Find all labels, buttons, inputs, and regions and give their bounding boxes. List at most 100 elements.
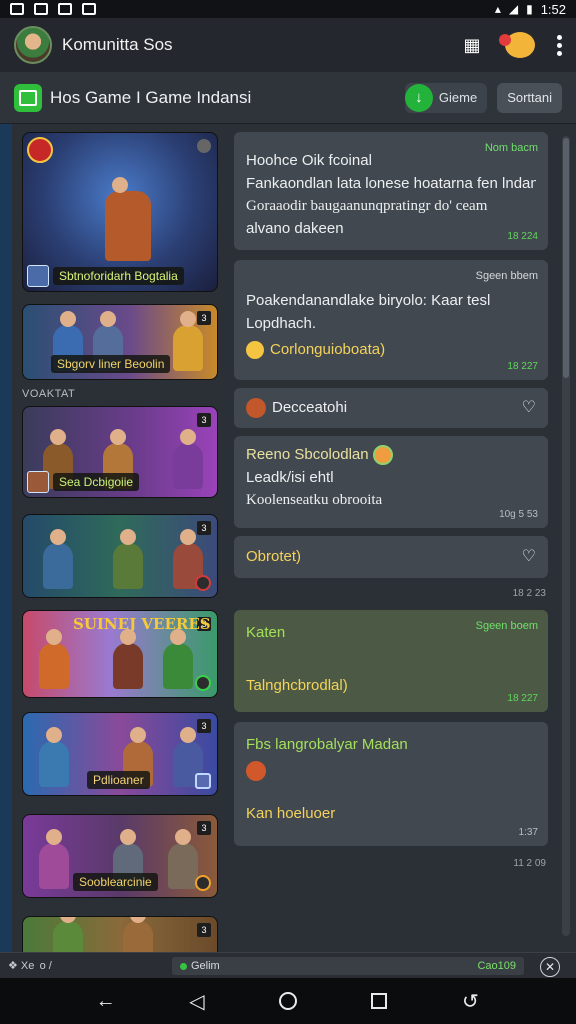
count-badge: 3 xyxy=(197,923,211,937)
badge-icon xyxy=(27,137,53,163)
post-timestamp: 18 2 23 xyxy=(512,588,546,599)
notification-icon xyxy=(10,3,24,15)
community-header: Hos Game I Game Indansi ↓ Gieme Sorttani xyxy=(0,72,576,124)
signal-icon: ◢ xyxy=(508,2,519,16)
post-author: Nom bacm xyxy=(484,142,538,154)
count-badge: 3 xyxy=(197,521,211,535)
post-title: Obrotet) xyxy=(246,548,302,565)
post-card[interactable]: Reeno Sbcolodlan Leadk/isi ehtl Koolense… xyxy=(234,436,548,528)
post-timestamp: 10g 5 53 xyxy=(499,509,538,520)
post-timestamp: 18 224 xyxy=(507,231,538,242)
weapon-icon xyxy=(27,471,49,493)
more-options-icon[interactable] xyxy=(557,34,562,56)
game-thumbnail[interactable]: 3 Sea Dcbigoiie xyxy=(22,406,218,498)
settings-icon[interactable] xyxy=(197,139,211,153)
count-badge: 3 xyxy=(197,719,211,733)
post-timestamp: 11 2 09 xyxy=(513,858,546,869)
game-thumbnail[interactable]: 3 xyxy=(22,916,218,952)
post-text: Corlonguioboata) xyxy=(270,341,386,358)
character-figure xyxy=(39,727,69,787)
post-title: Reeno Sbcolodlan xyxy=(246,446,369,463)
recents-icon[interactable] xyxy=(365,987,393,1015)
avatar[interactable] xyxy=(14,26,52,64)
game-thumbnail[interactable]: 3 SUINEJ VEERES xyxy=(22,610,218,698)
card-icon xyxy=(195,773,211,789)
post-text: Kan hoeluoer xyxy=(246,804,336,822)
post-text: Talnghcbrodlal) xyxy=(246,676,348,694)
post-title: Decceatohi xyxy=(272,399,348,416)
download-button-label: Gieme xyxy=(438,90,478,105)
character-figure xyxy=(39,629,69,689)
thumb-caption: Sea Dcbigoiie xyxy=(53,473,140,491)
battery-icon: ▮ xyxy=(526,2,533,16)
notification-icon xyxy=(82,3,96,15)
download-icon: ↓ xyxy=(404,83,433,112)
heart-icon[interactable]: ♡ xyxy=(522,545,536,569)
ball-icon xyxy=(372,445,393,466)
post-card[interactable]: Sgeen boem Katen Talnghcbrodlal) 18 227 xyxy=(234,610,548,712)
post-title: Fbs langrobalyar Madan xyxy=(246,736,408,753)
user-icon xyxy=(246,398,266,419)
post-timestamp: 18 227 xyxy=(507,361,538,372)
emoji-icon[interactable] xyxy=(499,32,535,58)
character-figure xyxy=(123,917,153,952)
action-icon[interactable] xyxy=(195,875,211,891)
post-card[interactable]: Obrotet) ♡ xyxy=(234,536,548,578)
post-card[interactable]: Nom bacm Hoohce Oik fcoinal Fankaondlan … xyxy=(234,132,548,250)
record-icon xyxy=(195,575,211,591)
image-icon xyxy=(14,83,42,112)
message-input[interactable]: Gelim Cao109 xyxy=(172,957,524,975)
character-figure xyxy=(113,529,143,589)
count-badge: 3 xyxy=(197,821,211,835)
character-figure xyxy=(43,529,73,589)
notification-icon xyxy=(34,3,48,15)
composer-bar: ❖ Xe o / Gelim Cao109 ✕ xyxy=(0,952,576,978)
game-thumbnail[interactable]: 3 xyxy=(22,514,218,598)
play-icon[interactable] xyxy=(195,675,211,691)
composer-left[interactable]: ❖ Xe o / xyxy=(8,959,52,972)
character-figure xyxy=(113,629,143,689)
heart-icon[interactable]: ♡ xyxy=(522,396,536,420)
download-button[interactable]: ↓ Gieme xyxy=(404,82,488,113)
triangle-back-icon[interactable]: ◁ xyxy=(183,987,211,1015)
post-text: Koolenseatku obrooita xyxy=(246,492,383,508)
status-time: 1:52 xyxy=(540,1,566,17)
count-badge: 3 xyxy=(197,413,211,427)
game-thumbnail[interactable]: 3 Sooblearcinie xyxy=(22,814,218,898)
system-nav-bar: ← ◁ ↺ xyxy=(0,978,576,1024)
feed[interactable]: Sbtnoforidarh Bogtalia 3 Sbgorv liner Be… xyxy=(0,124,576,952)
game-thumbnail[interactable]: Sbtnoforidarh Bogtalia xyxy=(22,132,218,292)
character-figure xyxy=(168,829,198,889)
game-thumbnail[interactable]: 3 Pdlioaner xyxy=(22,712,218,796)
section-label: VOAKTAT xyxy=(22,388,76,400)
post-text: Leadk/isi ehtl xyxy=(246,468,334,486)
wifi-icon: ▴ xyxy=(494,2,501,16)
sword-icon xyxy=(27,265,49,287)
post-card[interactable]: Decceatohi ♡ xyxy=(234,388,548,428)
scrollbar-thumb[interactable] xyxy=(563,138,569,378)
rotate-icon[interactable]: ↺ xyxy=(456,987,484,1015)
count-badge: 3 xyxy=(197,311,211,325)
home-icon[interactable] xyxy=(274,987,302,1015)
character-figure xyxy=(39,829,69,889)
game-thumbnail[interactable]: 3 Sbgorv liner Beoolin xyxy=(22,304,218,380)
post-text: Goraaodir baugaanunqpratingr do' ceam xyxy=(246,198,488,214)
post-title: Poakendanandlake biryolo: Kaar tesl xyxy=(246,292,491,309)
smile-icon xyxy=(246,341,264,360)
app-bar: Komunitta Sos ▦ xyxy=(0,18,576,72)
app-title: Komunitta Sos xyxy=(62,35,173,54)
notification-icon xyxy=(58,3,72,15)
back-icon[interactable]: ← xyxy=(92,987,120,1015)
flame-icon xyxy=(246,760,266,781)
clipboard-icon[interactable]: ▦ xyxy=(461,34,483,56)
sort-button[interactable]: Sorttani xyxy=(497,82,562,113)
post-author: Sgeen bbem xyxy=(475,270,538,282)
character-figure xyxy=(105,177,151,261)
close-icon[interactable]: ✕ xyxy=(540,957,560,977)
post-text: Fankaondlan lata lonese hoatarna fen lnd… xyxy=(246,174,536,192)
character-figure xyxy=(53,917,83,952)
post-card[interactable]: Fbs langrobalyar Madan Kan hoeluoer 1:37 xyxy=(234,722,548,846)
post-card[interactable]: Sgeen bbem Poakendanandlake biryolo: Kaa… xyxy=(234,260,548,380)
post-text: alvano dakeen xyxy=(246,219,344,237)
left-rail xyxy=(0,124,12,952)
